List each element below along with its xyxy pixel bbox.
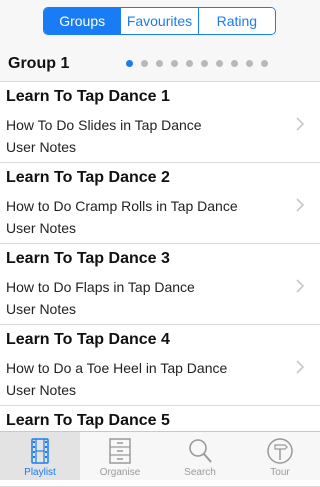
list-item[interactable]: Learn To Tap Dance 1 How To Do Slides in… — [0, 82, 320, 163]
cabinet-icon — [109, 438, 131, 464]
tab-label: Search — [184, 467, 216, 478]
page-dot[interactable] — [126, 60, 133, 67]
page-dot[interactable] — [201, 60, 208, 67]
item-notes: User Notes — [6, 301, 77, 317]
tab-label: Playlist — [24, 467, 56, 478]
item-title: Learn To Tap Dance 4 — [6, 331, 170, 348]
page-dot[interactable] — [231, 60, 238, 67]
list-item[interactable]: Learn To Tap Dance 3 How to Do Flaps in … — [0, 244, 320, 325]
page-dot[interactable] — [156, 60, 163, 67]
chevron-right-icon — [296, 360, 305, 374]
item-notes: User Notes — [6, 220, 77, 236]
chevron-right-icon — [296, 279, 305, 293]
list-item[interactable]: Learn To Tap Dance 4 How to Do a Toe Hee… — [0, 325, 320, 406]
item-title: Learn To Tap Dance 5 — [6, 412, 170, 429]
segmented-control: Groups Favourites Rating — [43, 7, 276, 35]
item-title: Learn To Tap Dance 2 — [6, 169, 170, 186]
group-title: Group 1 — [8, 55, 70, 72]
tab-organise[interactable]: Organise — [80, 432, 160, 480]
list-item[interactable]: Learn To Tap Dance 2 How to Do Cramp Rol… — [0, 163, 320, 244]
lesson-list: Learn To Tap Dance 1 How To Do Slides in… — [0, 82, 320, 487]
item-subtitle: How to Do a Toe Heel in Tap Dance — [6, 360, 228, 376]
item-title: Learn To Tap Dance 1 — [6, 88, 170, 105]
chevron-right-icon — [296, 198, 305, 212]
signpost-icon — [267, 438, 293, 464]
page-dot[interactable] — [246, 60, 253, 67]
magnifier-icon — [189, 439, 212, 463]
tab-tour[interactable]: Tour — [240, 432, 320, 480]
tab-label: Organise — [99, 467, 141, 478]
segment-rating[interactable]: Rating — [197, 8, 275, 34]
tab-search[interactable]: Search — [160, 432, 240, 480]
page-dot[interactable] — [216, 60, 223, 67]
tab-label: Tour — [270, 467, 290, 478]
page-dot[interactable] — [141, 60, 148, 67]
page-dot[interactable] — [186, 60, 193, 67]
item-title: Learn To Tap Dance 3 — [6, 250, 170, 267]
page-indicator[interactable] — [126, 60, 268, 67]
page-dot[interactable] — [171, 60, 178, 67]
tab-bar: Playlist Organise Search Tour — [0, 431, 320, 480]
segment-favourites[interactable]: Favourites — [120, 8, 198, 34]
item-subtitle: How to Do Cramp Rolls in Tap Dance — [6, 198, 238, 214]
group-header: Group 1 — [0, 44, 320, 82]
item-notes: User Notes — [6, 382, 77, 398]
film-icon — [31, 438, 49, 464]
item-subtitle: How to Do Flaps in Tap Dance — [6, 279, 195, 295]
top-bar: Groups Favourites Rating — [0, 0, 320, 44]
page-dot[interactable] — [261, 60, 268, 67]
item-subtitle: How To Do Slides in Tap Dance — [6, 117, 202, 133]
segment-groups[interactable]: Groups — [44, 8, 121, 34]
chevron-right-icon — [296, 117, 305, 131]
tab-playlist[interactable]: Playlist — [0, 432, 80, 480]
item-notes: User Notes — [6, 139, 77, 155]
